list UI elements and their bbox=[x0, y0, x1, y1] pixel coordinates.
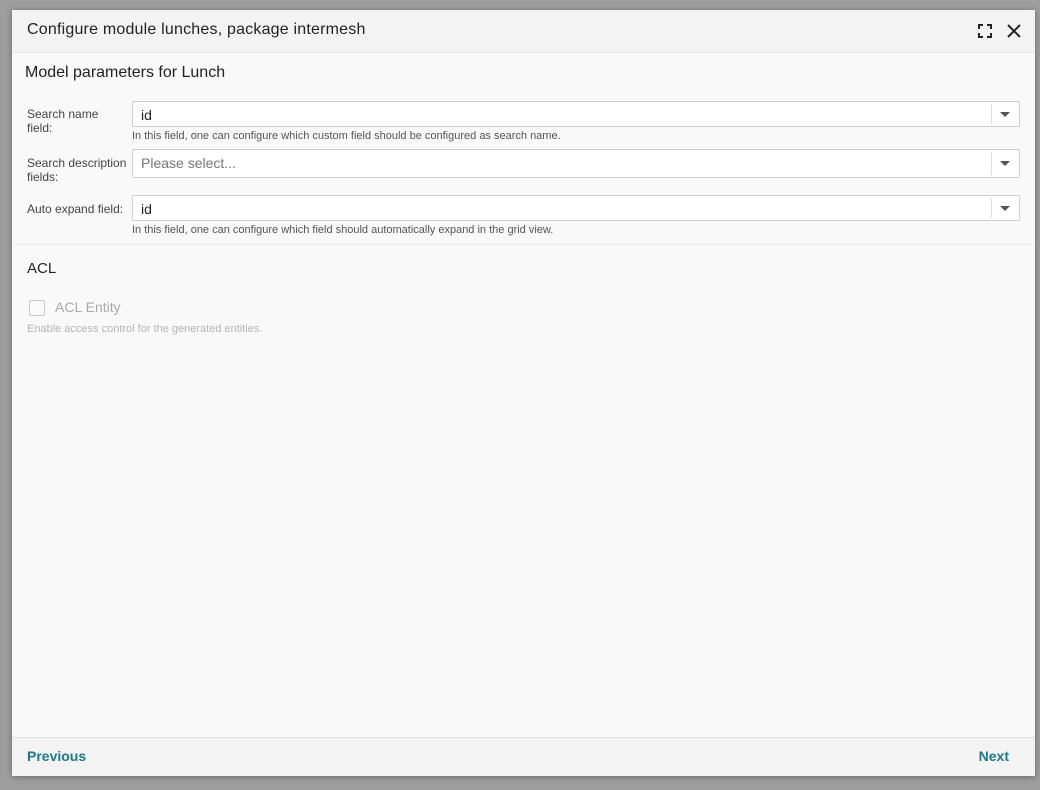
section-divider bbox=[12, 244, 1035, 245]
select-divider bbox=[991, 152, 992, 175]
chevron-down-icon[interactable] bbox=[1000, 206, 1010, 211]
acl-heading: ACL bbox=[27, 260, 57, 277]
auto-expand-field-label: Auto expand field: bbox=[27, 202, 124, 216]
dialog-title: Configure module lunches, package interm… bbox=[27, 21, 366, 38]
maximize-icon[interactable] bbox=[974, 20, 996, 42]
acl-entity-checkbox[interactable] bbox=[29, 300, 45, 316]
search-description-placeholder: Please select... bbox=[141, 155, 236, 171]
chevron-down-icon[interactable] bbox=[1000, 161, 1010, 166]
search-description-fields-label: Search description fields: bbox=[27, 156, 127, 184]
close-icon[interactable] bbox=[1003, 20, 1025, 42]
search-name-hint: In this field, one can configure which c… bbox=[132, 130, 561, 142]
select-divider bbox=[991, 104, 992, 124]
configure-module-dialog: Configure module lunches, package interm… bbox=[12, 10, 1035, 776]
previous-button[interactable]: Previous bbox=[27, 748, 86, 764]
auto-expand-select[interactable]: id bbox=[132, 195, 1020, 221]
chevron-down-icon[interactable] bbox=[1000, 112, 1010, 117]
search-name-value: id bbox=[141, 107, 152, 123]
search-name-field-label: Search name field: bbox=[27, 107, 99, 135]
next-button[interactable]: Next bbox=[979, 748, 1009, 764]
dialog-footer: Previous Next bbox=[12, 737, 1035, 776]
acl-entity-label[interactable]: ACL Entity bbox=[55, 299, 121, 315]
search-description-select[interactable]: Please select... bbox=[132, 149, 1020, 178]
model-parameters-heading: Model parameters for Lunch bbox=[25, 64, 226, 81]
auto-expand-hint: In this field, one can configure which f… bbox=[132, 224, 554, 236]
acl-entity-hint: Enable access control for the generated … bbox=[27, 323, 263, 335]
search-name-select[interactable]: id bbox=[132, 101, 1020, 127]
dialog-titlebar: Configure module lunches, package interm… bbox=[12, 10, 1035, 53]
select-divider bbox=[991, 198, 992, 218]
auto-expand-value: id bbox=[141, 201, 152, 217]
